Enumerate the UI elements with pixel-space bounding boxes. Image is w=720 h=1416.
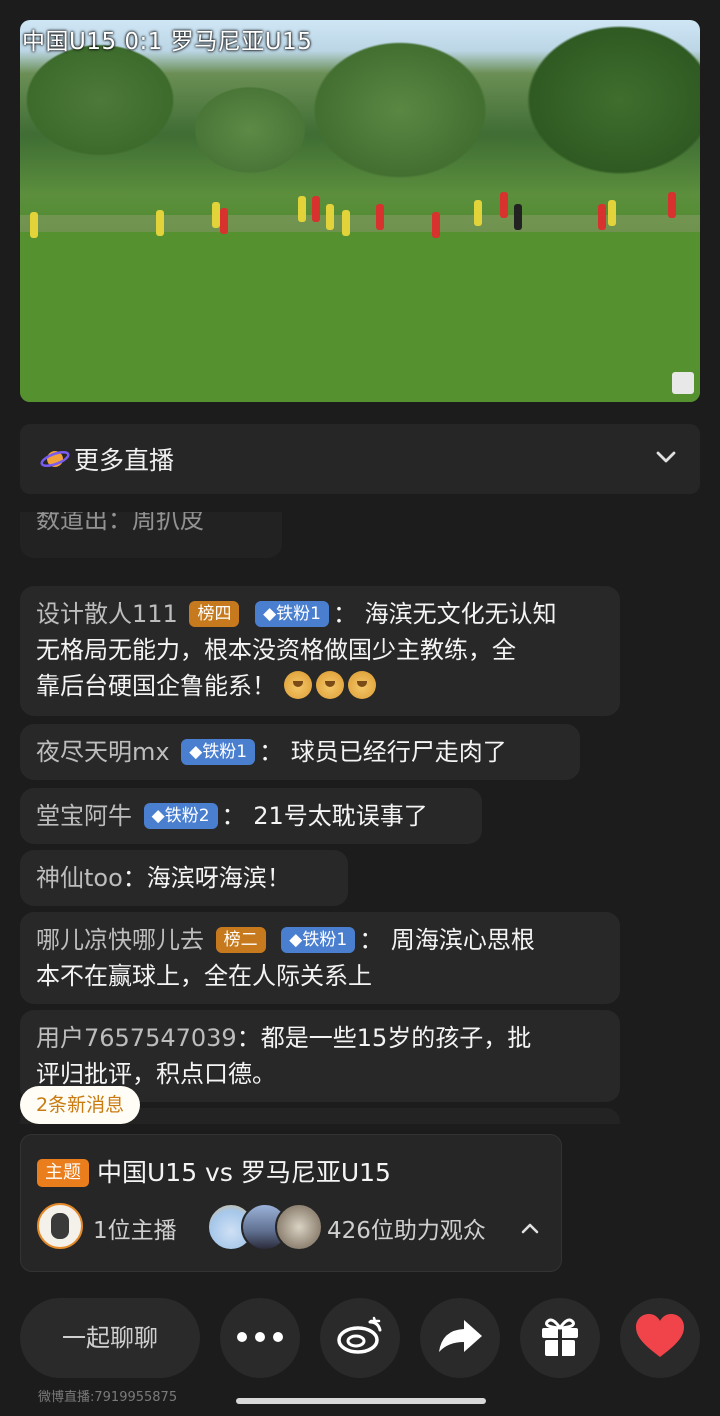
chat-username[interactable]: 夜尽天明mx (36, 738, 170, 766)
share-icon (436, 1316, 484, 1360)
live-video-player[interactable] (20, 20, 700, 402)
chat-input[interactable]: 一起聊聊 (20, 1298, 200, 1378)
chat-message-text: 靠后台硬国企鲁能系！ (36, 672, 276, 700)
chat-message-text: 无格局无能力，根本没资格做国少主教练，全 (36, 636, 516, 664)
share-button[interactable] (420, 1298, 500, 1378)
player (156, 210, 164, 236)
chat-message: 堂宝阿牛 ◆铁粉2： 21号太耽误事了 (20, 788, 482, 844)
watermark-icon (672, 372, 694, 394)
chat-message-text: 评归批评，积点口德。 (36, 1060, 276, 1088)
player (376, 204, 384, 230)
viewer-count[interactable]: 426位助力观众 (327, 1211, 486, 1245)
chat-message-text: 本不在赢球上，全在人际关系上 (36, 962, 372, 990)
host-avatar[interactable] (37, 1203, 83, 1249)
chat-message-text: 数道出：周扒皮 (36, 512, 204, 534)
host-count[interactable]: 1位主播 (93, 1211, 177, 1245)
player (500, 192, 508, 218)
more-button[interactable] (220, 1298, 300, 1378)
chat-message-text: 球员已经行尸走肉了 (290, 738, 507, 766)
gift-button[interactable] (520, 1298, 600, 1378)
player (608, 200, 616, 226)
player (668, 192, 676, 218)
topic-tag: 主题 (37, 1159, 89, 1187)
player (474, 200, 482, 226)
rank-badge: 榜二 (215, 927, 266, 953)
score-overlay: 中国U15 0:1 罗马尼亚U15 (22, 29, 313, 55)
chat-username[interactable]: 用户7657547039 (36, 1024, 237, 1052)
player (312, 196, 320, 222)
topic-card[interactable]: 主题 中国U15 vs 罗马尼亚U15 1位主播 426位助力观众 (20, 1134, 562, 1272)
chevron-up-icon[interactable] (519, 1217, 541, 1243)
home-indicator[interactable] (236, 1398, 486, 1404)
new-messages-pill[interactable]: 2条新消息 (20, 1086, 141, 1124)
topic-title-row: 主题 中国U15 vs 罗马尼亚U15 (37, 1153, 391, 1189)
chat-message: 神仙too：海滨呀海滨！ (20, 850, 348, 906)
chat-message: 设计散人111 榜四 ◆铁粉1： 海滨无文化无认知 无格局无能力，根本没资格做国… (20, 586, 620, 716)
chat-username[interactable]: 设计散人111 (36, 600, 178, 628)
heart-icon (634, 1313, 686, 1363)
like-button[interactable] (620, 1298, 700, 1378)
doge-emoji-icon (315, 671, 344, 699)
chevron-down-icon[interactable] (654, 445, 678, 473)
weibo-icon (334, 1316, 386, 1360)
player (432, 212, 440, 238)
doge-emoji-icon (347, 671, 376, 699)
chat-username[interactable]: 堂宝阿牛 (36, 802, 132, 830)
chat-username[interactable]: 哪儿凉快哪儿去 (36, 926, 204, 954)
more-icon (235, 1329, 285, 1348)
player (598, 204, 606, 230)
chat-message-text: 21号太耽误事了 (253, 802, 428, 830)
fan-badge: ◆铁粉1 (255, 601, 329, 627)
chat-message: 夜尽天明mx ◆铁粉1： 球员已经行尸走肉了 (20, 724, 580, 780)
more-live-label: 更多直播 (74, 446, 175, 475)
chat-message-text: 海滨呀海滨！ (146, 864, 291, 892)
planet-icon (40, 444, 70, 474)
player (514, 204, 522, 230)
player (212, 202, 220, 228)
fan-badge: ◆铁粉1 (281, 927, 356, 953)
fan-badge: ◆铁粉1 (181, 739, 256, 765)
player (326, 204, 334, 230)
footer-live-id: 微博直播:7919955875 (38, 1390, 178, 1405)
chat-message-text: 海滨无文化无认知 (364, 600, 557, 628)
chat-list[interactable]: 数道出：周扒皮 设计散人111 榜四 ◆铁粉1： 海滨无文化无认知 无格局无能力… (20, 512, 710, 1124)
bottom-action-bar: 一起聊聊 (0, 1298, 720, 1378)
viewer-avatar (275, 1203, 323, 1251)
rank-badge: 榜四 (189, 601, 240, 627)
player (220, 208, 228, 234)
gift-icon (538, 1314, 582, 1362)
more-live-bar[interactable]: 更多直播 (20, 424, 700, 494)
chat-message-text: 周海滨心思根 (390, 926, 535, 954)
player (342, 210, 350, 236)
chat-message-partial: 数道出：周扒皮 (20, 512, 282, 558)
video-pitch (20, 232, 700, 402)
chat-message-text: 都是一些15岁的孩子，批 (260, 1024, 532, 1052)
chat-message: 哪儿凉快哪儿去 榜二 ◆铁粉1： 周海滨心思根 本不在赢球上，全在人际关系上 (20, 912, 620, 1004)
weibo-button[interactable] (320, 1298, 400, 1378)
fan-badge: ◆铁粉2 (143, 803, 218, 829)
topic-title: 中国U15 vs 罗马尼亚U15 (97, 1158, 391, 1187)
player (298, 196, 306, 222)
player (30, 212, 38, 238)
doge-emoji-icon (283, 671, 312, 699)
chat-username[interactable]: 神仙too (36, 864, 123, 892)
